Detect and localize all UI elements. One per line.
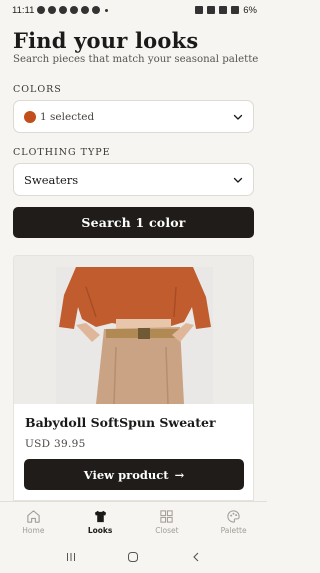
product-image: [56, 267, 213, 404]
nav-item-palette[interactable]: Palette: [200, 502, 267, 541]
search-button[interactable]: Search 1 color: [13, 207, 254, 238]
facebook-icon: [59, 6, 68, 14]
back-icon[interactable]: [190, 551, 202, 563]
signal-icon: [231, 6, 240, 14]
more-notifications-icon: [105, 8, 109, 12]
nav-label-palette: Palette: [220, 525, 247, 535]
grid-icon: [160, 509, 174, 523]
product-name[interactable]: Babydoll SoftSpun Sweater: [25, 415, 216, 430]
facebook-icon: [81, 6, 90, 14]
nav-label-looks: Looks: [87, 525, 113, 535]
status-left: 11:11: [12, 4, 109, 16]
colors-select-value: 1 selected: [40, 110, 95, 123]
arrow-right-icon: →: [174, 467, 185, 482]
product-card: Babydoll SoftSpun Sweater USD 39.95 View…: [13, 255, 254, 501]
status-time: 11:11: [12, 4, 35, 16]
nav-label-closet: Closet: [155, 525, 179, 535]
wifi-icon: [219, 6, 228, 14]
nav-item-home[interactable]: Home: [0, 502, 67, 541]
bottom-nav: Home Looks Closet Palette: [0, 501, 267, 541]
colors-label: COLORS: [13, 84, 62, 95]
status-bar: 11:11 6%: [0, 0, 267, 20]
system-nav-bar: [0, 541, 267, 573]
view-product-label: View product: [83, 467, 169, 482]
nav-item-looks[interactable]: Looks: [67, 502, 134, 541]
home-icon: [27, 509, 40, 523]
page-title: Find your looks: [13, 28, 199, 53]
color-swatch: [24, 110, 36, 123]
view-product-button[interactable]: View product →: [24, 459, 244, 490]
clothing-type-label: CLOTHING TYPE: [13, 147, 111, 158]
facebook-icon: [70, 6, 79, 14]
nav-label-home: Home: [22, 525, 45, 535]
palette-icon: [227, 509, 240, 523]
colors-select[interactable]: 1 selected: [13, 100, 254, 133]
product-price: USD 39.95: [25, 438, 86, 450]
chevron-down-icon: [233, 114, 243, 120]
nav-item-closet[interactable]: Closet: [134, 502, 201, 541]
whatsapp-icon: [48, 6, 57, 14]
clothing-type-select[interactable]: Sweaters: [13, 163, 254, 196]
status-right: 6%: [195, 5, 257, 16]
clothing-type-value: Sweaters: [24, 172, 79, 187]
battery-level: 6%: [243, 4, 257, 16]
recent-apps-icon[interactable]: [65, 551, 77, 563]
messenger-icon: [92, 6, 101, 14]
mute-icon: [207, 6, 216, 14]
message-icon: [37, 6, 46, 14]
home-button-icon[interactable]: [127, 551, 139, 563]
shirt-icon: [94, 510, 106, 522]
alarm-icon: [195, 6, 204, 14]
chevron-down-icon: [233, 177, 243, 183]
product-image-container[interactable]: [14, 256, 253, 404]
page-subtitle: Search pieces that match your seasonal p…: [13, 54, 259, 65]
